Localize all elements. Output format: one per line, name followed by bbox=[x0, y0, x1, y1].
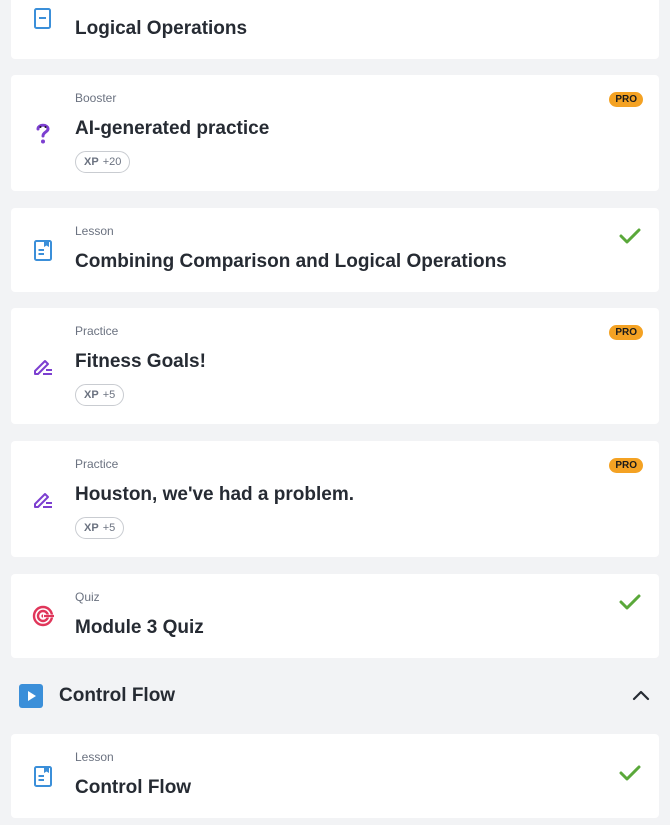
pencil-icon bbox=[34, 360, 52, 375]
section-header-control-flow[interactable]: Control Flow bbox=[0, 676, 670, 716]
lesson-card-logical-operations[interactable]: Logical Operations bbox=[11, 0, 659, 59]
card-title: Combining Comparison and Logical Operati… bbox=[75, 251, 507, 272]
lesson-icon bbox=[34, 766, 52, 787]
practice-card-houston[interactable]: Practice Houston, we've had a problem. X… bbox=[11, 441, 659, 557]
check-icon bbox=[619, 594, 641, 610]
check-icon bbox=[619, 228, 641, 244]
card-kind: Lesson bbox=[75, 750, 114, 764]
card-kind: Practice bbox=[75, 324, 119, 338]
card-kind: Lesson bbox=[75, 224, 114, 238]
check-icon bbox=[619, 765, 641, 781]
card-title: Logical Operations bbox=[75, 18, 248, 39]
lesson-card-combining[interactable]: Lesson Combining Comparison and Logical … bbox=[11, 208, 659, 292]
card-title: Control Flow bbox=[75, 777, 192, 798]
card-title: Houston, we've had a problem. bbox=[75, 484, 355, 505]
section-title: Control Flow bbox=[59, 685, 176, 706]
lesson-card-control-flow[interactable]: Lesson Control Flow bbox=[11, 734, 659, 818]
xp-badge: XP +20 bbox=[75, 151, 131, 173]
booster-card[interactable]: Booster AI-generated practice XP +20 PRO bbox=[11, 75, 659, 191]
quiz-card-module-3[interactable]: Quiz Module 3 Quiz bbox=[11, 574, 659, 658]
play-icon bbox=[19, 684, 43, 708]
pencil-icon bbox=[34, 493, 52, 508]
card-kind: Booster bbox=[75, 91, 117, 105]
target-icon bbox=[32, 605, 54, 627]
pro-badge: PRO bbox=[609, 325, 643, 340]
pro-badge: PRO bbox=[609, 458, 643, 473]
chevron-up-icon[interactable] bbox=[632, 688, 650, 702]
card-title: Module 3 Quiz bbox=[75, 617, 204, 638]
practice-card-fitness-goals[interactable]: Practice Fitness Goals! XP +5 PRO bbox=[11, 308, 659, 424]
card-title: Fitness Goals! bbox=[75, 351, 206, 372]
card-kind: Practice bbox=[75, 457, 119, 471]
xp-badge: XP +5 bbox=[75, 384, 125, 406]
question-mark-icon bbox=[36, 123, 50, 144]
lesson-icon bbox=[34, 8, 51, 29]
card-kind: Quiz bbox=[75, 590, 100, 604]
card-title: AI-generated practice bbox=[75, 118, 270, 139]
pro-badge: PRO bbox=[609, 92, 643, 107]
xp-badge: XP +5 bbox=[75, 517, 125, 539]
lesson-icon bbox=[34, 240, 52, 261]
